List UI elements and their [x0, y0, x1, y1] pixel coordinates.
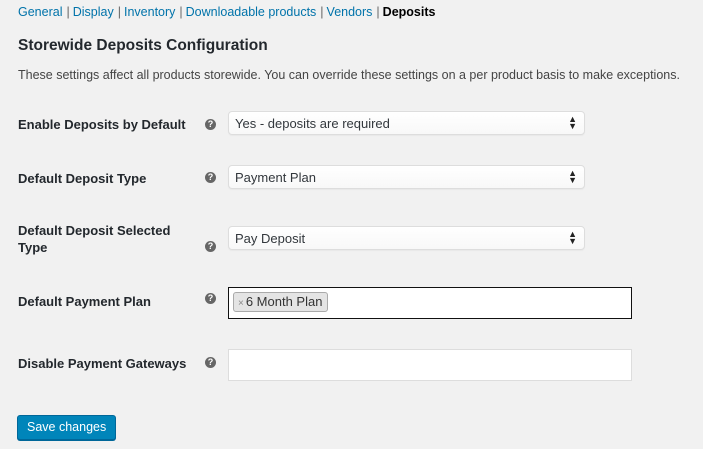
- selected-tag-label: 6 Month Plan: [245, 294, 323, 309]
- payment-plan-label: Default Payment Plan: [18, 294, 151, 309]
- subnav-link-vendors[interactable]: Vendors: [327, 5, 373, 19]
- subnav-link-inventory[interactable]: Inventory: [124, 5, 175, 19]
- subnav-separator: |: [117, 5, 121, 19]
- subnav-separator: |: [66, 5, 70, 19]
- help-icon[interactable]: ?: [205, 241, 216, 252]
- enable-deposits-select[interactable]: Yes - deposits are required ▲ ▼: [228, 111, 585, 135]
- section-title: Storewide Deposits Configuration: [18, 37, 268, 54]
- enable-deposits-label: Enable Deposits by Default: [18, 117, 186, 132]
- subnav-separator: |: [320, 5, 324, 19]
- subnav-link-display[interactable]: Display: [73, 5, 114, 19]
- deposit-selected-type-select[interactable]: Pay Deposit ▲ ▼: [228, 226, 585, 250]
- settings-subnav: General | Display | Inventory | Downloadable p…: [18, 4, 435, 20]
- subnav-link-downloadable-products[interactable]: Downloadable products: [186, 5, 317, 19]
- disable-gateways-label: Disable Payment Gateways: [18, 356, 187, 371]
- subnav-separator: |: [179, 5, 183, 19]
- help-icon[interactable]: ?: [205, 119, 216, 130]
- help-icon[interactable]: ?: [205, 357, 216, 368]
- deposit-type-label: Default Deposit Type: [18, 171, 147, 186]
- payment-plan-multiselect[interactable]: × 6 Month Plan: [228, 287, 632, 319]
- select-arrows-icon: ▲ ▼: [568, 229, 577, 246]
- section-description: These settings affect all products store…: [18, 68, 680, 82]
- subnav-current-deposits: Deposits: [382, 5, 436, 19]
- remove-tag-icon[interactable]: ×: [238, 298, 244, 309]
- help-icon[interactable]: ?: [205, 293, 216, 304]
- subnav-separator: |: [376, 5, 380, 19]
- select-arrows-icon: ▲ ▼: [568, 168, 577, 185]
- deposit-type-select[interactable]: Payment Plan ▲ ▼: [228, 165, 585, 189]
- enable-deposits-value: Yes - deposits are required: [235, 116, 390, 131]
- deposit-selected-type-value: Pay Deposit: [235, 231, 306, 246]
- disable-gateways-multiselect[interactable]: [228, 349, 632, 381]
- subnav-link-general[interactable]: General: [18, 5, 62, 19]
- help-icon[interactable]: ?: [205, 172, 216, 183]
- deposit-type-value: Payment Plan: [235, 170, 316, 185]
- save-changes-button[interactable]: Save changes: [17, 415, 117, 440]
- deposit-selected-type-label: Default Deposit Selected Type: [18, 223, 171, 255]
- selected-tag: × 6 Month Plan: [233, 292, 329, 312]
- select-arrows-icon: ▲ ▼: [568, 114, 577, 131]
